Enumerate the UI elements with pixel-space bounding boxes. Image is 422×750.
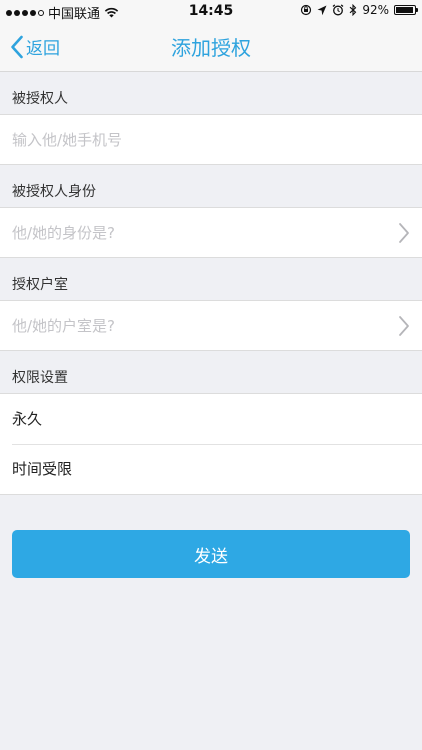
bluetooth-icon	[349, 4, 357, 16]
navigation-bar: 返回 添加授权	[0, 22, 422, 72]
battery-icon	[394, 5, 418, 15]
section-header-identity: 被授权人身份	[12, 184, 96, 200]
status-right: 92%	[300, 3, 418, 17]
battery-percent: 92%	[362, 3, 389, 17]
chevron-right-icon	[399, 223, 409, 243]
identity-select-row[interactable]: 他/她的身份是?	[0, 207, 422, 258]
orientation-lock-icon	[301, 4, 312, 16]
send-button[interactable]: 发送	[12, 530, 410, 578]
grantee-phone-input[interactable]	[12, 130, 372, 149]
identity-placeholder: 他/她的身份是?	[12, 224, 116, 242]
permission-options: 永久 时间受限	[0, 393, 422, 495]
room-select-row[interactable]: 他/她的户室是?	[0, 300, 422, 351]
section-header-room: 授权户室	[12, 277, 68, 293]
status-bar: 中国联通 14:45 92%	[0, 0, 422, 22]
location-icon	[317, 5, 327, 15]
chevron-right-icon	[399, 316, 409, 336]
page-title: 添加授权	[171, 36, 251, 60]
section-header-permission: 权限设置	[12, 370, 68, 386]
permission-option-time-limited[interactable]: 时间受限	[0, 444, 422, 494]
section-header-grantee: 被授权人	[12, 91, 68, 107]
alarm-icon	[332, 4, 344, 16]
battery-fill	[396, 7, 413, 13]
grantee-phone-row	[0, 114, 422, 165]
room-placeholder: 他/她的户室是?	[12, 317, 116, 335]
permission-option-permanent[interactable]: 永久	[0, 394, 422, 444]
